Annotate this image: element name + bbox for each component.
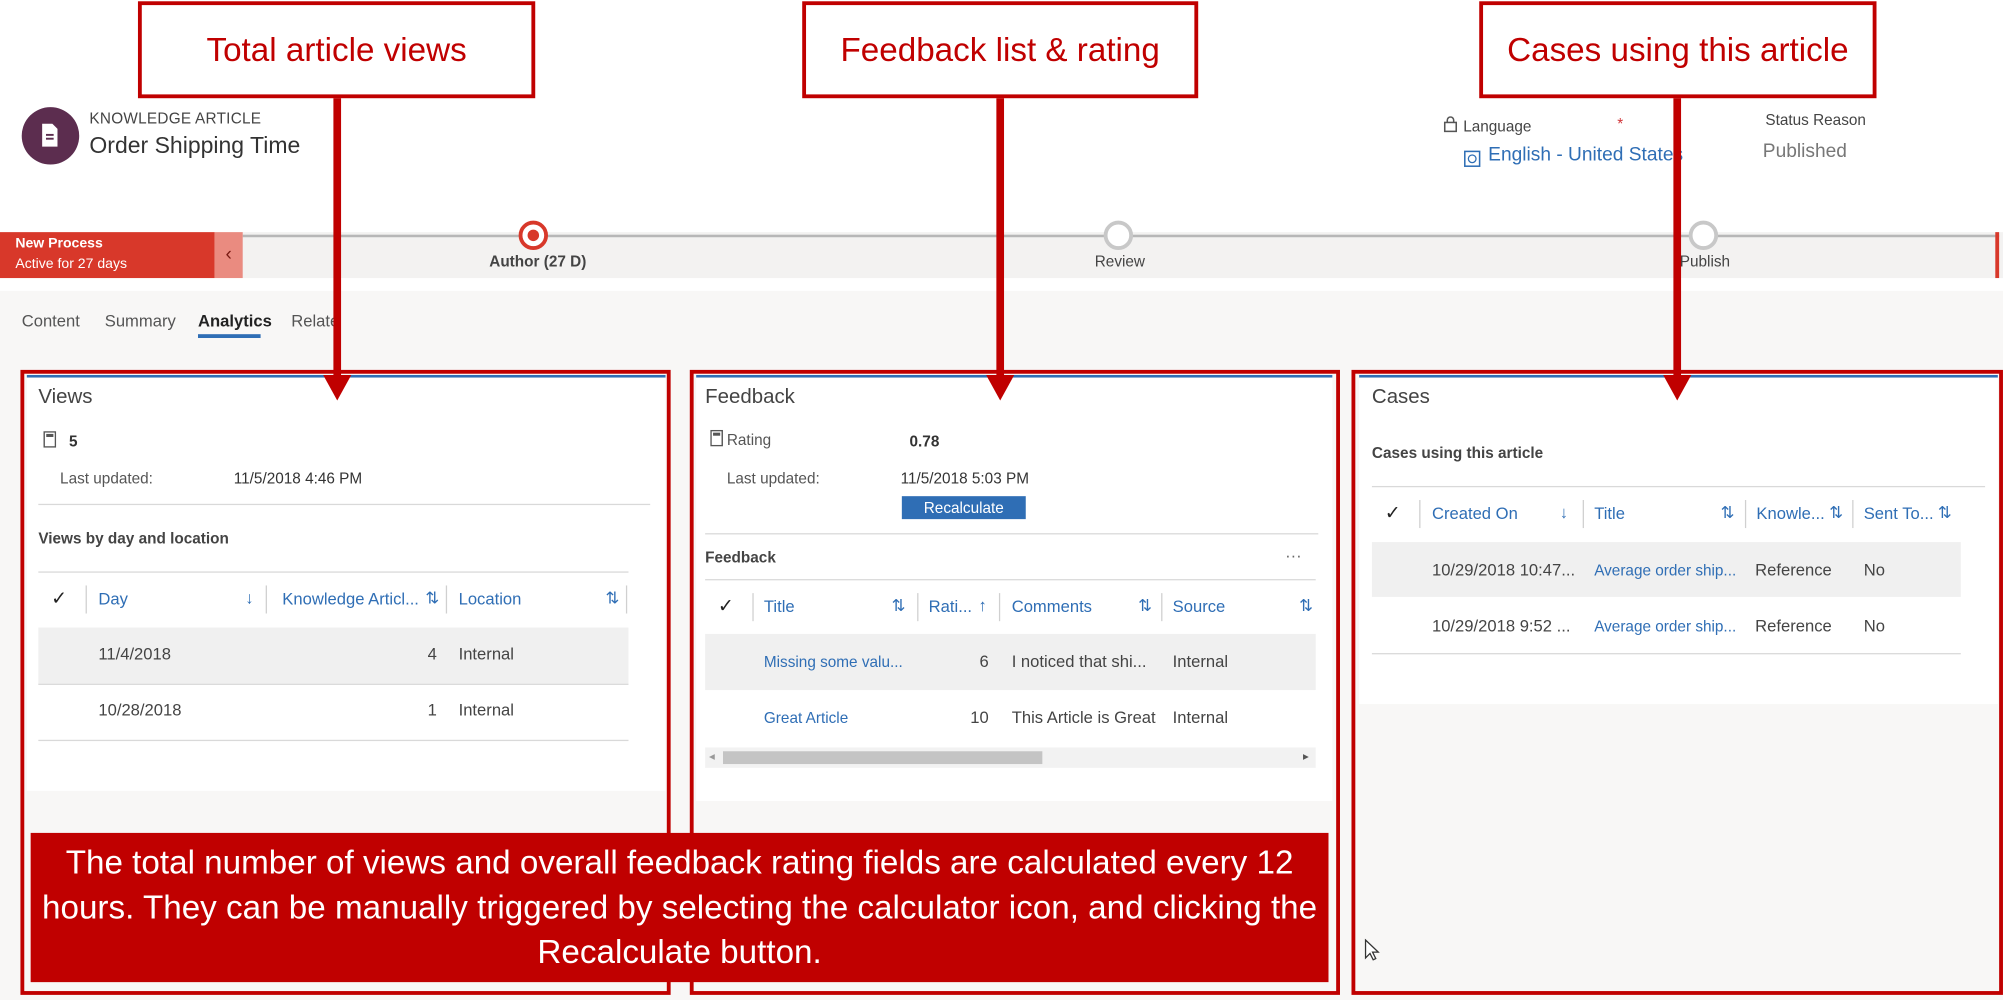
record-entity-type: KNOWLEDGE ARTICLE (89, 109, 262, 128)
status-reason-label: Status Reason (1765, 110, 1866, 129)
language-field-label: Language (1443, 115, 1531, 138)
process-name-flyout[interactable]: New Process Active for 27 days (0, 232, 215, 279)
feedback-arrow (996, 96, 1005, 375)
status-reason-value: Published (1762, 140, 1847, 162)
recalculation-note: The total number of views and overall fe… (30, 832, 1329, 983)
stage-publish-label[interactable]: Publish (1680, 253, 1730, 271)
views-arrow-head (323, 374, 352, 401)
cases-arrow (1673, 96, 1682, 375)
record-avatar (21, 107, 80, 165)
process-duration: Active for 27 days (15, 256, 128, 272)
cases-arrow-head (1663, 374, 1692, 401)
views-arrow (333, 96, 342, 375)
stage-review-label[interactable]: Review (1095, 253, 1145, 271)
callout-total-article-views: Total article views (137, 1, 536, 99)
tab-summary[interactable]: Summary (105, 311, 176, 330)
required-indicator: * (1617, 114, 1624, 133)
process-name: New Process (15, 235, 103, 252)
cases-highlight-box (1351, 369, 2003, 995)
language-value-link[interactable]: English - United States (1488, 144, 1683, 166)
tab-related[interactable]: Relate (291, 311, 339, 330)
stage-author-circle[interactable] (518, 220, 549, 250)
feedback-arrow-head (986, 374, 1015, 401)
process-next-edge (1995, 232, 2000, 279)
record-title: Order Shipping Time (89, 132, 301, 159)
callout-cases-using-article: Cases using this article (1479, 1, 1877, 99)
language-label: Language (1463, 117, 1532, 136)
stage-author-label[interactable]: Author (27 D) (489, 253, 586, 271)
tab-content[interactable]: Content (22, 311, 80, 330)
collapse-process-button[interactable]: ‹ (214, 232, 243, 279)
language-lookup-icon (1464, 150, 1481, 174)
tab-analytics[interactable]: Analytics (198, 311, 272, 330)
stage-review-circle[interactable] (1103, 220, 1134, 250)
stage-publish-circle[interactable] (1688, 220, 1719, 250)
article-icon (42, 123, 58, 147)
tab-analytics-underline (197, 334, 261, 339)
callout-feedback-list-rating: Feedback list & rating (802, 1, 1199, 99)
lock-icon (1443, 116, 1458, 133)
